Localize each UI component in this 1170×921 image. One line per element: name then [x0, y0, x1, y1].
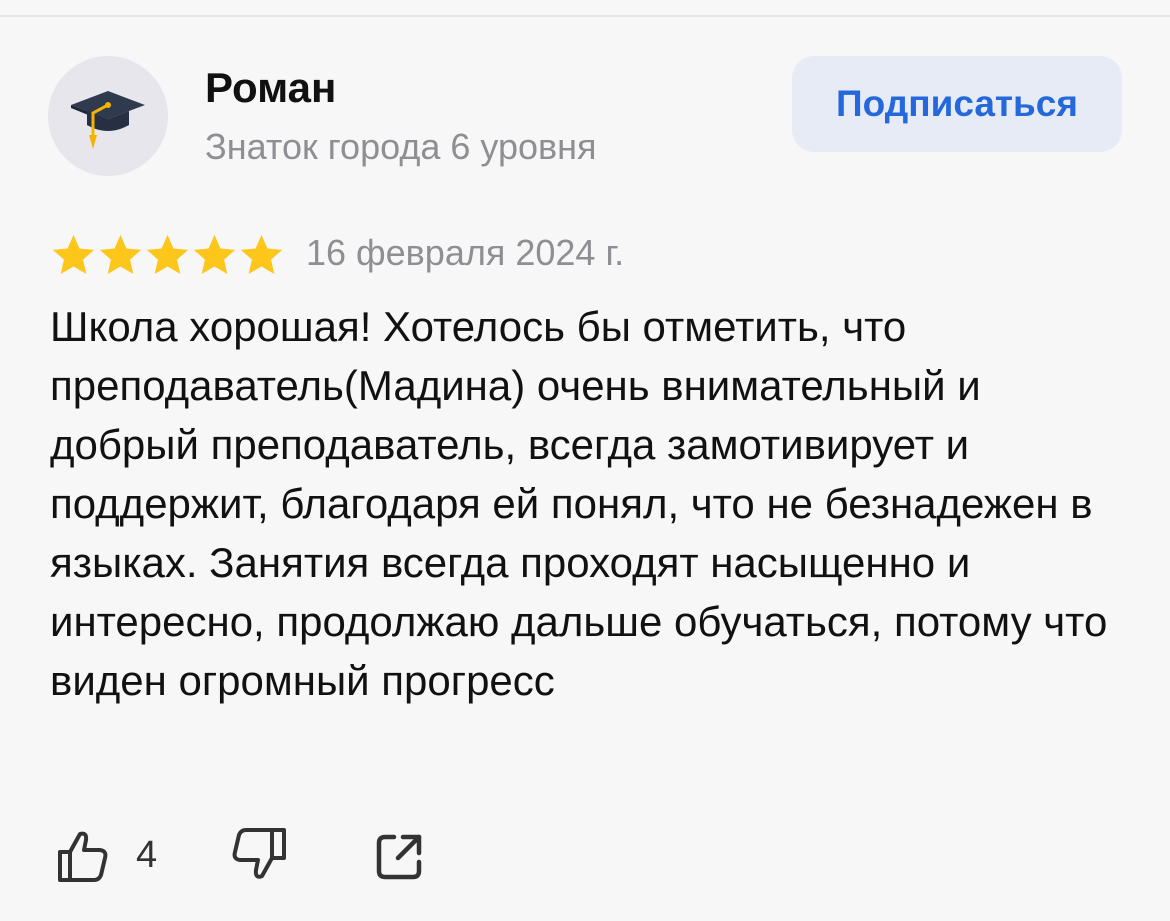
avatar[interactable] — [48, 56, 168, 176]
author-name[interactable]: Роман — [205, 64, 336, 112]
star-icon — [240, 234, 283, 274]
rating-stars — [50, 233, 285, 277]
review-text: Школа хорошая! Хотелось бы отметить, что… — [50, 303, 1108, 704]
star-icon — [99, 234, 142, 274]
share-icon — [376, 834, 422, 880]
top-divider — [0, 15, 1170, 17]
thumbs-up-icon — [58, 831, 108, 882]
thumbs-down-icon — [232, 828, 286, 879]
share-button[interactable] — [372, 830, 426, 884]
star-icon — [52, 234, 95, 274]
dislike-button[interactable] — [226, 826, 288, 884]
star-icon — [146, 234, 189, 274]
like-count: 4 — [136, 833, 158, 876]
like-button[interactable]: 4 — [54, 826, 157, 884]
author-level: Знаток города 6 уровня — [205, 126, 597, 167]
review-date: 16 февраля 2024 г. — [306, 232, 625, 273]
subscribe-button[interactable]: Подписаться — [792, 56, 1122, 152]
star-icon — [193, 234, 236, 274]
graduation-cap-icon — [71, 91, 145, 149]
